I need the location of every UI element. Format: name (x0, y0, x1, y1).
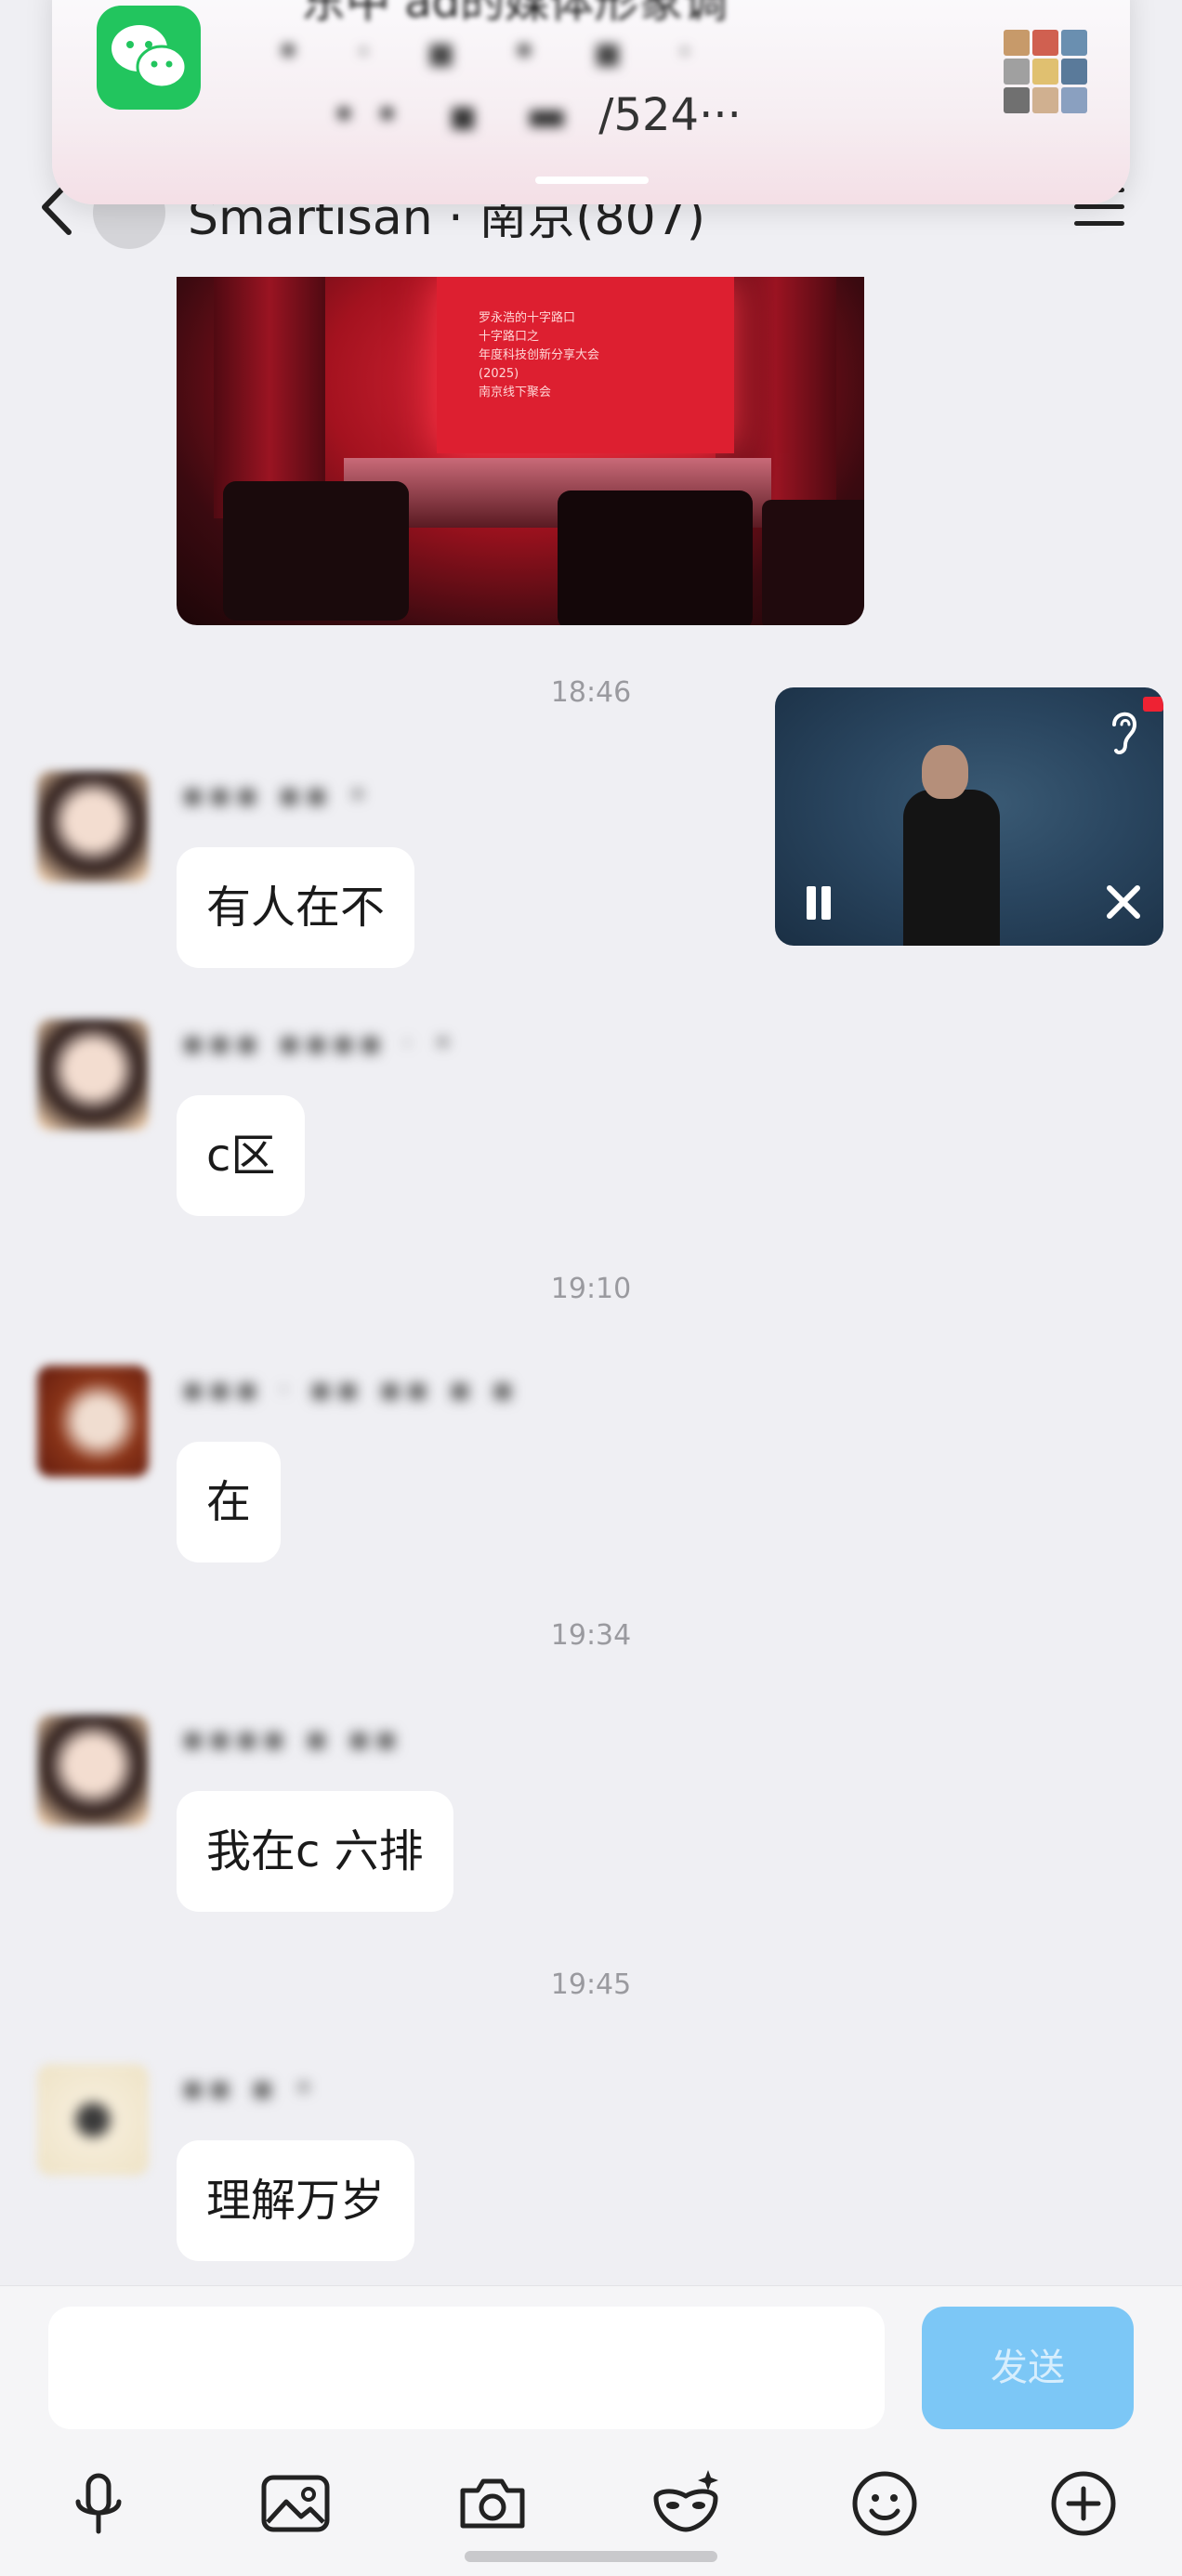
sender-name: ▪▪▪ ▪▪ • (182, 777, 373, 814)
message-item: ▪▪▪ ▪▪▪▪ · • c区 (0, 1019, 1182, 1223)
message-item: ▪▪▪▪ ▪ ▪▪ 我在c 六排 (0, 1715, 1182, 1919)
photo-button[interactable] (256, 2465, 335, 2543)
banner-handle[interactable] (535, 177, 649, 184)
close-icon[interactable] (1102, 881, 1145, 923)
message-bubble[interactable]: 有人在不 (177, 847, 415, 968)
emoji-icon (852, 2471, 917, 2536)
more-button[interactable] (1044, 2465, 1123, 2543)
message-bubble[interactable]: 我在c 六排 (177, 1791, 453, 1912)
timestamp: 19:10 (550, 1273, 632, 1305)
avatar[interactable] (37, 1019, 149, 1131)
shared-photo[interactable]: 罗永浩的十字路口 十字路口之 年度科技创新分享大会 (2025) 南京线下聚会 (177, 277, 864, 625)
send-button[interactable]: 发送 (922, 2307, 1134, 2429)
notification-count: /524··· (598, 89, 742, 141)
ai-mask-button[interactable] (647, 2465, 725, 2543)
camera-button[interactable] (453, 2465, 532, 2543)
sender-name: ▪▪▪ ▪▪▪▪ · • (182, 1025, 458, 1062)
message-bubble[interactable]: 理解万岁 (177, 2140, 415, 2261)
sender-name: ▪▪ ▪ • (182, 2070, 319, 2107)
pause-icon (807, 886, 816, 920)
sofa (223, 481, 409, 621)
input-bar: 发送 (0, 2285, 1182, 2576)
sender-name: ▪▪▪ · ▪▪ ▪▪ ▪ ▪ (182, 1371, 519, 1408)
wechat-icon (112, 25, 188, 89)
stage-screen-text: 罗永浩的十字路口 十字路口之 年度科技创新分享大会 (2025) 南京线下聚会 (479, 311, 600, 399)
camera-icon (460, 2478, 525, 2529)
group-avatar-grid (1004, 30, 1087, 113)
message-input[interactable] (48, 2307, 885, 2429)
ear-icon[interactable] (1105, 704, 1142, 760)
avatar[interactable] (37, 1715, 149, 1826)
timestamp: 19:34 (550, 1619, 632, 1652)
microphone-icon (75, 2473, 122, 2534)
wechat-app-icon (97, 6, 201, 110)
image-icon (261, 2475, 330, 2532)
speaker-figure (903, 790, 1000, 946)
sender-name: ▪▪▪▪ ▪ ▪▪ (182, 1720, 402, 1758)
sofa (762, 500, 864, 625)
sofa (558, 490, 753, 625)
avatar[interactable] (37, 1366, 149, 1477)
pause-button[interactable] (799, 883, 836, 925)
message-item: ▪▪▪ · ▪▪ ▪▪ ▪ ▪ 在 (0, 1366, 1182, 1570)
notification-body: • · ▪ • ▪ · (275, 26, 713, 78)
home-indicator[interactable] (465, 2551, 717, 2562)
message-bubble[interactable]: c区 (177, 1095, 306, 1216)
notification-banner[interactable]: 东中 ad的媒体形象调 • · ▪ • ▪ · •• ▪ ▬ /524··· (52, 0, 1130, 204)
notification-body: •• ▪ ▬ /524··· (331, 89, 742, 141)
timestamp: 19:45 (550, 1968, 632, 2001)
voice-button[interactable] (59, 2465, 138, 2543)
speaker-head (922, 745, 968, 799)
avatar[interactable] (37, 771, 149, 883)
emoji-button[interactable] (846, 2465, 924, 2543)
message-bubble[interactable]: 在 (177, 1442, 282, 1563)
plus-circle-icon (1051, 2471, 1116, 2536)
stage-screen: 罗永浩的十字路口 十字路口之 年度科技创新分享大会 (2025) 南京线下聚会 (437, 277, 734, 453)
floating-video-window[interactable] (775, 687, 1163, 946)
mask-sparkle-icon (653, 2470, 718, 2532)
avatar[interactable] (37, 2064, 149, 2176)
message-item: ▪▪ ▪ • 理解万岁 (0, 2064, 1182, 2269)
channel-logo (1143, 697, 1163, 712)
